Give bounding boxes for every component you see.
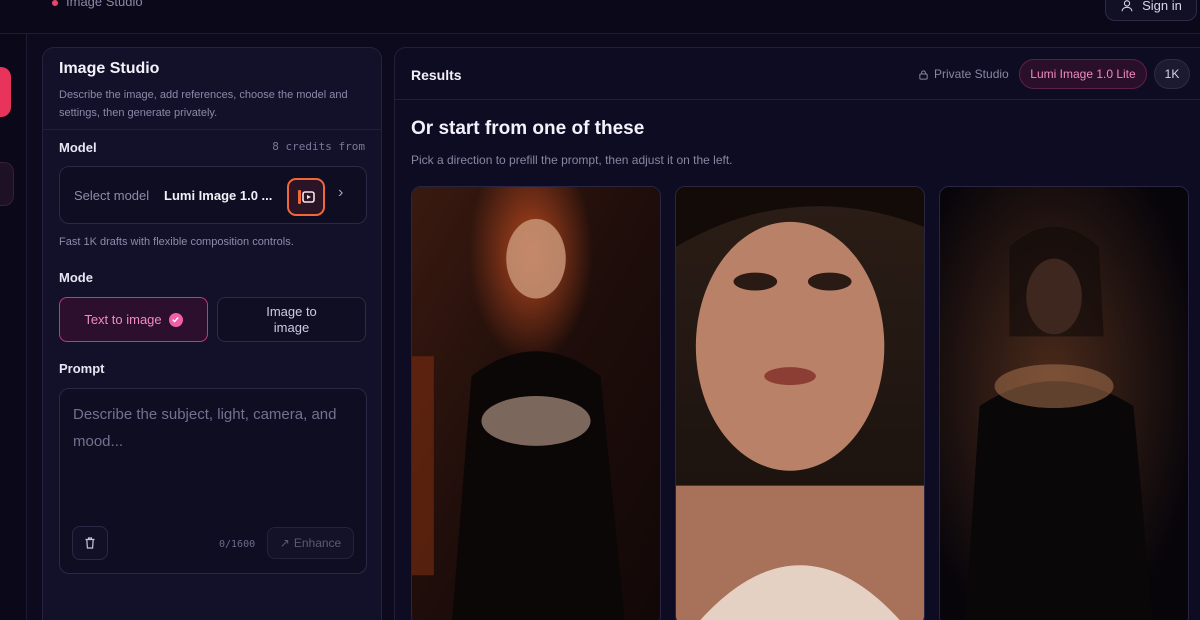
chevron-right-icon: › bbox=[338, 184, 344, 201]
lock-icon bbox=[919, 69, 928, 80]
presets-subheading: Pick a direction to prefill the prompt, … bbox=[411, 153, 733, 167]
mode-text-to-image-label: Text to image bbox=[84, 311, 162, 327]
portrait-image bbox=[676, 187, 924, 620]
model-selector[interactable]: Select model Lumi Image 1.0 ... › bbox=[59, 166, 367, 224]
selected-model-name: Lumi Image 1.0 ... bbox=[164, 188, 273, 203]
privacy-label: Private Studio bbox=[934, 67, 1009, 81]
studio-description: Describe the image, add references, choo… bbox=[59, 89, 348, 119]
rail-active-item[interactable] bbox=[0, 67, 11, 117]
enhance-label: Enhance bbox=[293, 536, 342, 550]
model-logo-icon bbox=[287, 178, 325, 216]
privacy-indicator: Private Studio bbox=[918, 67, 1009, 81]
prompt-label: Prompt bbox=[59, 361, 105, 376]
mode-label: Mode bbox=[59, 270, 93, 285]
prompt-box: 0/1600 ↗ Enhance bbox=[59, 388, 367, 574]
portrait-image bbox=[940, 187, 1188, 620]
char-counter: 0/1600 bbox=[219, 539, 256, 550]
presets-heading: Or start from one of these bbox=[411, 118, 645, 139]
side-rail: › bbox=[0, 34, 27, 620]
model-label: Model bbox=[59, 140, 97, 155]
results-header: Results Private Studio Lumi Image 1.0 Li… bbox=[395, 48, 1200, 100]
enhance-button[interactable]: ↗ Enhance bbox=[267, 527, 354, 559]
results-panel: Results Private Studio Lumi Image 1.0 Li… bbox=[394, 47, 1200, 620]
top-bar: Image Studio bbox=[0, 0, 1200, 34]
mode-text-to-image[interactable]: Text to image bbox=[59, 297, 208, 342]
trash-icon bbox=[85, 537, 95, 549]
check-icon bbox=[168, 312, 183, 327]
prompt-input[interactable] bbox=[73, 401, 357, 511]
mode-image-to-image-label: Image to image bbox=[266, 303, 317, 335]
resolution-pill[interactable]: 1K bbox=[1154, 59, 1190, 89]
breadcrumb: Image Studio bbox=[66, 0, 143, 9]
rail-item[interactable] bbox=[0, 162, 14, 206]
preset-card-3[interactable] bbox=[939, 186, 1189, 620]
status-dot bbox=[52, 0, 58, 6]
sign-in-button[interactable]: Sign in bbox=[1105, 0, 1197, 21]
select-model-label: Select model bbox=[74, 188, 150, 203]
studio-title: Image Studio bbox=[59, 60, 160, 77]
portrait-image bbox=[412, 187, 660, 620]
preset-card-1[interactable] bbox=[411, 186, 661, 620]
model-hint: Fast 1K drafts with flexible composition… bbox=[59, 236, 294, 248]
model-pill[interactable]: Lumi Image 1.0 Lite bbox=[1019, 59, 1147, 89]
user-icon bbox=[1121, 0, 1133, 11]
arrow-up-right-icon: ↗ bbox=[279, 536, 290, 550]
results-title: Results bbox=[411, 67, 462, 83]
credits-text: 8 credits from bbox=[272, 140, 365, 153]
mode-image-to-image[interactable]: Image to image bbox=[217, 297, 366, 342]
sign-in-label: Sign in bbox=[1142, 0, 1182, 13]
clear-prompt-button[interactable] bbox=[72, 526, 108, 560]
preset-card-2[interactable] bbox=[675, 186, 925, 620]
studio-header: Image Studio Describe the image, add ref… bbox=[43, 48, 381, 130]
studio-panel: Image Studio Describe the image, add ref… bbox=[42, 47, 382, 620]
